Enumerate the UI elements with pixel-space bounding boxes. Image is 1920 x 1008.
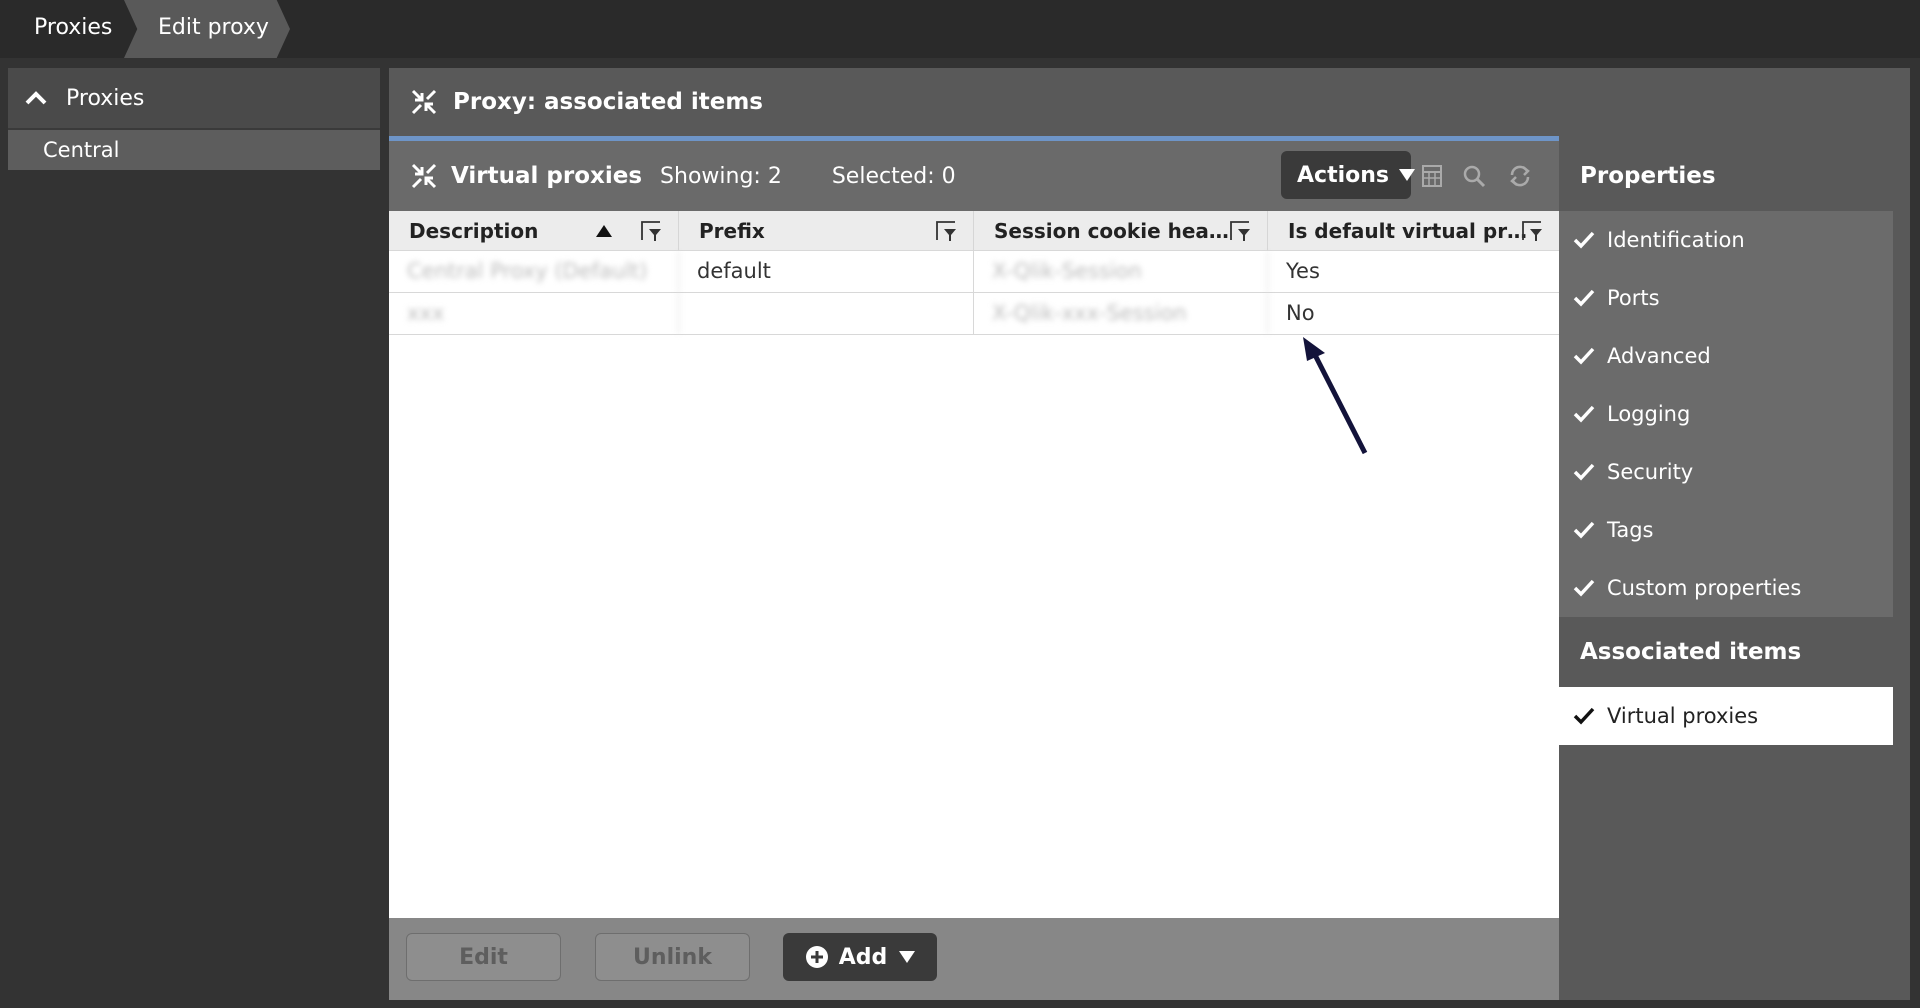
proxies-collapse-header[interactable]: Proxies [8, 68, 380, 130]
chevron-up-icon [25, 91, 47, 105]
cell-description: Central Proxy (Default) [389, 251, 679, 292]
property-label: Logging [1607, 402, 1691, 426]
property-label: Ports [1607, 286, 1660, 310]
property-logging[interactable]: Logging [1559, 385, 1893, 443]
showing-count: Showing: 2 [660, 163, 782, 189]
associated-item-label: Virtual proxies [1607, 704, 1759, 728]
cell-session-cookie: X-Qlik-xxx-Session [974, 293, 1268, 334]
column-filter-icon[interactable] [1521, 220, 1545, 242]
column-label: Session cookie hea… [994, 219, 1229, 243]
property-label: Advanced [1607, 344, 1711, 368]
property-security[interactable]: Security [1559, 443, 1893, 501]
virtual-proxies-grid: Virtual proxies Showing: 2 Selected: 0 A… [389, 141, 1559, 918]
unlink-label: Unlink [633, 944, 712, 970]
check-icon [1573, 405, 1595, 423]
caret-down-icon [1399, 169, 1415, 181]
bottom-action-bar: Edit Unlink Add [389, 918, 1559, 1000]
check-icon [1573, 579, 1595, 597]
check-icon [1573, 347, 1595, 365]
search-icon[interactable] [1461, 163, 1487, 189]
cell-session-cookie: X-Qlik-Session [974, 251, 1268, 292]
check-icon [1573, 231, 1595, 249]
edit-button[interactable]: Edit [406, 933, 561, 981]
main-panel: Proxy: associated items Virtual proxies … [389, 68, 1910, 1000]
property-identification[interactable]: Identification [1559, 211, 1893, 269]
breadcrumb-edit-proxy[interactable]: Edit proxy [124, 0, 290, 58]
refresh-icon[interactable] [1507, 163, 1533, 189]
table-header: Description Prefix Session cookie hea… I… [389, 211, 1559, 251]
actions-button[interactable]: Actions [1281, 151, 1415, 199]
cell-prefix [679, 293, 974, 334]
property-tags[interactable]: Tags [1559, 501, 1893, 559]
grid-toolbar: Virtual proxies Showing: 2 Selected: 0 A… [389, 141, 1559, 211]
column-header-is-default[interactable]: Is default virtual pr… [1268, 211, 1559, 251]
grid-title: Virtual proxies [451, 163, 643, 189]
property-label: Security [1607, 460, 1694, 484]
column-filter-icon[interactable] [640, 220, 664, 242]
column-header-description[interactable]: Description [389, 211, 679, 251]
cell-prefix: default [679, 251, 974, 292]
check-icon [1573, 463, 1595, 481]
plus-circle-icon [805, 946, 828, 968]
associated-item-virtual-proxies[interactable]: Virtual proxies [1559, 687, 1893, 745]
column-header-prefix[interactable]: Prefix [679, 211, 974, 251]
actions-label: Actions [1297, 162, 1389, 188]
column-label: Prefix [699, 219, 765, 243]
table-row[interactable]: xxx X-Qlik-xxx-Session No [389, 293, 1559, 335]
property-label: Custom properties [1607, 576, 1802, 600]
cell-is-default: No [1286, 301, 1315, 325]
left-panel: Proxies Central [8, 68, 380, 172]
properties-list: Identification Ports Advanced Logging Se… [1559, 211, 1893, 617]
check-icon [1573, 289, 1595, 307]
check-icon [1573, 707, 1595, 725]
top-bar: Proxies Edit proxy [0, 0, 1920, 58]
page-title: Proxy: associated items [453, 89, 763, 115]
properties-heading: Properties [1580, 163, 1716, 189]
column-filter-icon[interactable] [1229, 220, 1253, 242]
selected-count: Selected: 0 [831, 163, 956, 189]
caret-down-icon [899, 951, 916, 963]
proxy-compress-icon [411, 163, 437, 189]
column-header-session-cookie[interactable]: Session cookie hea… [974, 211, 1268, 251]
property-custom-properties[interactable]: Custom properties [1559, 559, 1893, 617]
sort-ascending-icon[interactable] [596, 225, 612, 237]
breadcrumb-proxies[interactable]: Proxies [0, 0, 136, 58]
cell-description: xxx [389, 293, 679, 334]
property-advanced[interactable]: Advanced [1559, 327, 1893, 385]
left-item-central[interactable]: Central [8, 130, 380, 170]
cell-is-default: Yes [1286, 259, 1320, 283]
add-label: Add [838, 944, 888, 970]
column-label: Is default virtual pr… [1288, 219, 1528, 243]
property-ports[interactable]: Ports [1559, 269, 1893, 327]
check-icon [1573, 521, 1595, 539]
associated-items-heading: Associated items [1580, 639, 1802, 665]
data-table: Description Prefix Session cookie hea… I… [389, 211, 1559, 918]
add-button[interactable]: Add [783, 933, 937, 981]
property-label: Identification [1607, 228, 1745, 252]
column-filter-icon[interactable] [935, 220, 959, 242]
properties-panel: Properties Identification Ports Advanced… [1559, 141, 1910, 745]
edit-label: Edit [459, 944, 508, 970]
column-label: Description [409, 219, 539, 243]
table-row[interactable]: Central Proxy (Default) default X-Qlik-S… [389, 251, 1559, 293]
left-panel-title: Proxies [66, 85, 145, 111]
property-label: Tags [1607, 518, 1654, 542]
proxy-compress-icon [411, 89, 437, 115]
table-columns-icon[interactable] [1419, 163, 1445, 189]
annotation-arrow-icon [1303, 337, 1368, 455]
unlink-button[interactable]: Unlink [595, 933, 750, 981]
main-title-bar: Proxy: associated items [411, 68, 763, 136]
